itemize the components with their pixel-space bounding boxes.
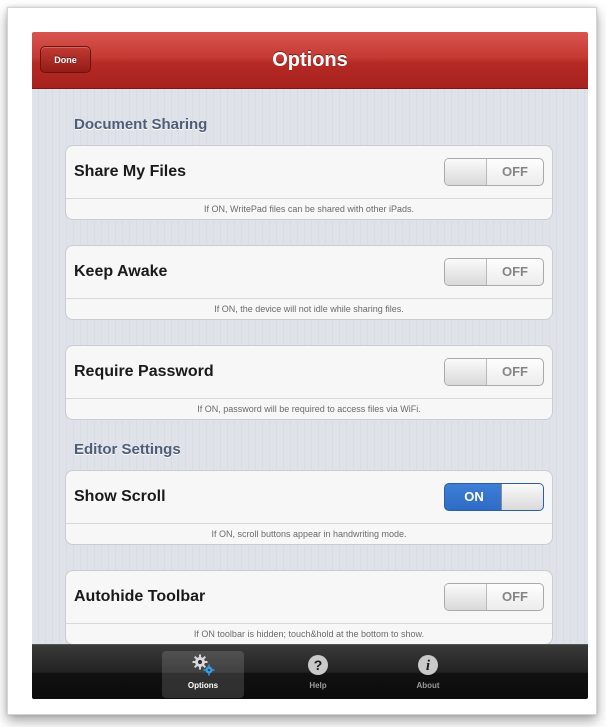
setting-row: Share My Files OFF: [66, 146, 552, 199]
tab-label: About: [416, 681, 440, 690]
toggle-knob: [445, 159, 487, 185]
toggle-knob: [445, 584, 487, 610]
show-scroll-toggle[interactable]: ON: [444, 483, 544, 511]
setting-show-scroll: Show Scroll ON If ON, scroll buttons app…: [65, 470, 553, 545]
setting-note: If ON, the device will not idle while sh…: [214, 304, 404, 314]
navigation-bar: Options Done: [32, 32, 588, 89]
setting-note: If ON, scroll buttons appear in handwrit…: [211, 529, 407, 539]
toggle-state: OFF: [502, 164, 528, 179]
device-frame: Options Done Document Sharing Share My F…: [7, 7, 597, 715]
setting-note: If ON toolbar is hidden; touch&hold at t…: [193, 629, 425, 639]
share-files-toggle[interactable]: OFF: [444, 158, 544, 186]
setting-label: Require Password: [74, 363, 214, 380]
toggle-knob: [501, 484, 543, 510]
setting-require-password: Require Password OFF If ON, password wil…: [65, 345, 553, 420]
toggle-state: OFF: [502, 589, 528, 604]
toggle-state: OFF: [502, 264, 528, 279]
section-title-editor-settings: Editor Settings: [74, 441, 181, 458]
tab-label: Help: [309, 681, 327, 690]
tab-about[interactable]: i About: [387, 651, 469, 698]
info-icon: i: [418, 655, 438, 675]
toggle-state: ON: [464, 489, 484, 504]
setting-row: Require Password OFF: [66, 346, 552, 399]
done-button[interactable]: Done: [40, 46, 91, 73]
toggle-knob: [445, 259, 487, 285]
tab-help[interactable]: ? Help: [277, 651, 359, 698]
toggle-knob: [445, 359, 487, 385]
tab-bar: Options ? Help i About: [32, 644, 588, 699]
setting-autohide-toolbar: Autohide Toolbar OFF If ON toolbar is hi…: [65, 570, 553, 645]
require-password-toggle[interactable]: OFF: [444, 358, 544, 386]
setting-note: If ON, password will be required to acce…: [197, 404, 421, 414]
setting-row: Show Scroll ON: [66, 471, 552, 524]
setting-label: Share My Files: [74, 163, 187, 180]
autohide-toolbar-toggle[interactable]: OFF: [444, 583, 544, 611]
page-title: Options: [272, 49, 348, 71]
toggle-state: OFF: [502, 364, 528, 379]
svg-text:?: ?: [314, 657, 323, 673]
setting-note: If ON, WritePad files can be shared with…: [204, 204, 414, 214]
question-icon: ?: [308, 655, 328, 675]
setting-row: Autohide Toolbar OFF: [66, 571, 552, 624]
section-title-document-sharing: Document Sharing: [74, 116, 208, 133]
setting-label: Keep Awake: [74, 263, 168, 280]
options-list[interactable]: Document Sharing Share My Files OFF If O…: [32, 89, 588, 645]
setting-label: Autohide Toolbar: [74, 588, 206, 605]
keep-awake-toggle[interactable]: OFF: [444, 258, 544, 286]
setting-keep-awake: Keep Awake OFF If ON, the device will no…: [65, 245, 553, 320]
gears-icon: [192, 654, 215, 676]
setting-label: Show Scroll: [74, 488, 166, 505]
app-screen: Options Done Document Sharing Share My F…: [32, 32, 588, 699]
tab-options[interactable]: Options: [162, 651, 244, 698]
tab-label: Options: [187, 681, 219, 690]
setting-row: Keep Awake OFF: [66, 246, 552, 299]
setting-share-my-files: Share My Files OFF If ON, WritePad files…: [65, 145, 553, 220]
